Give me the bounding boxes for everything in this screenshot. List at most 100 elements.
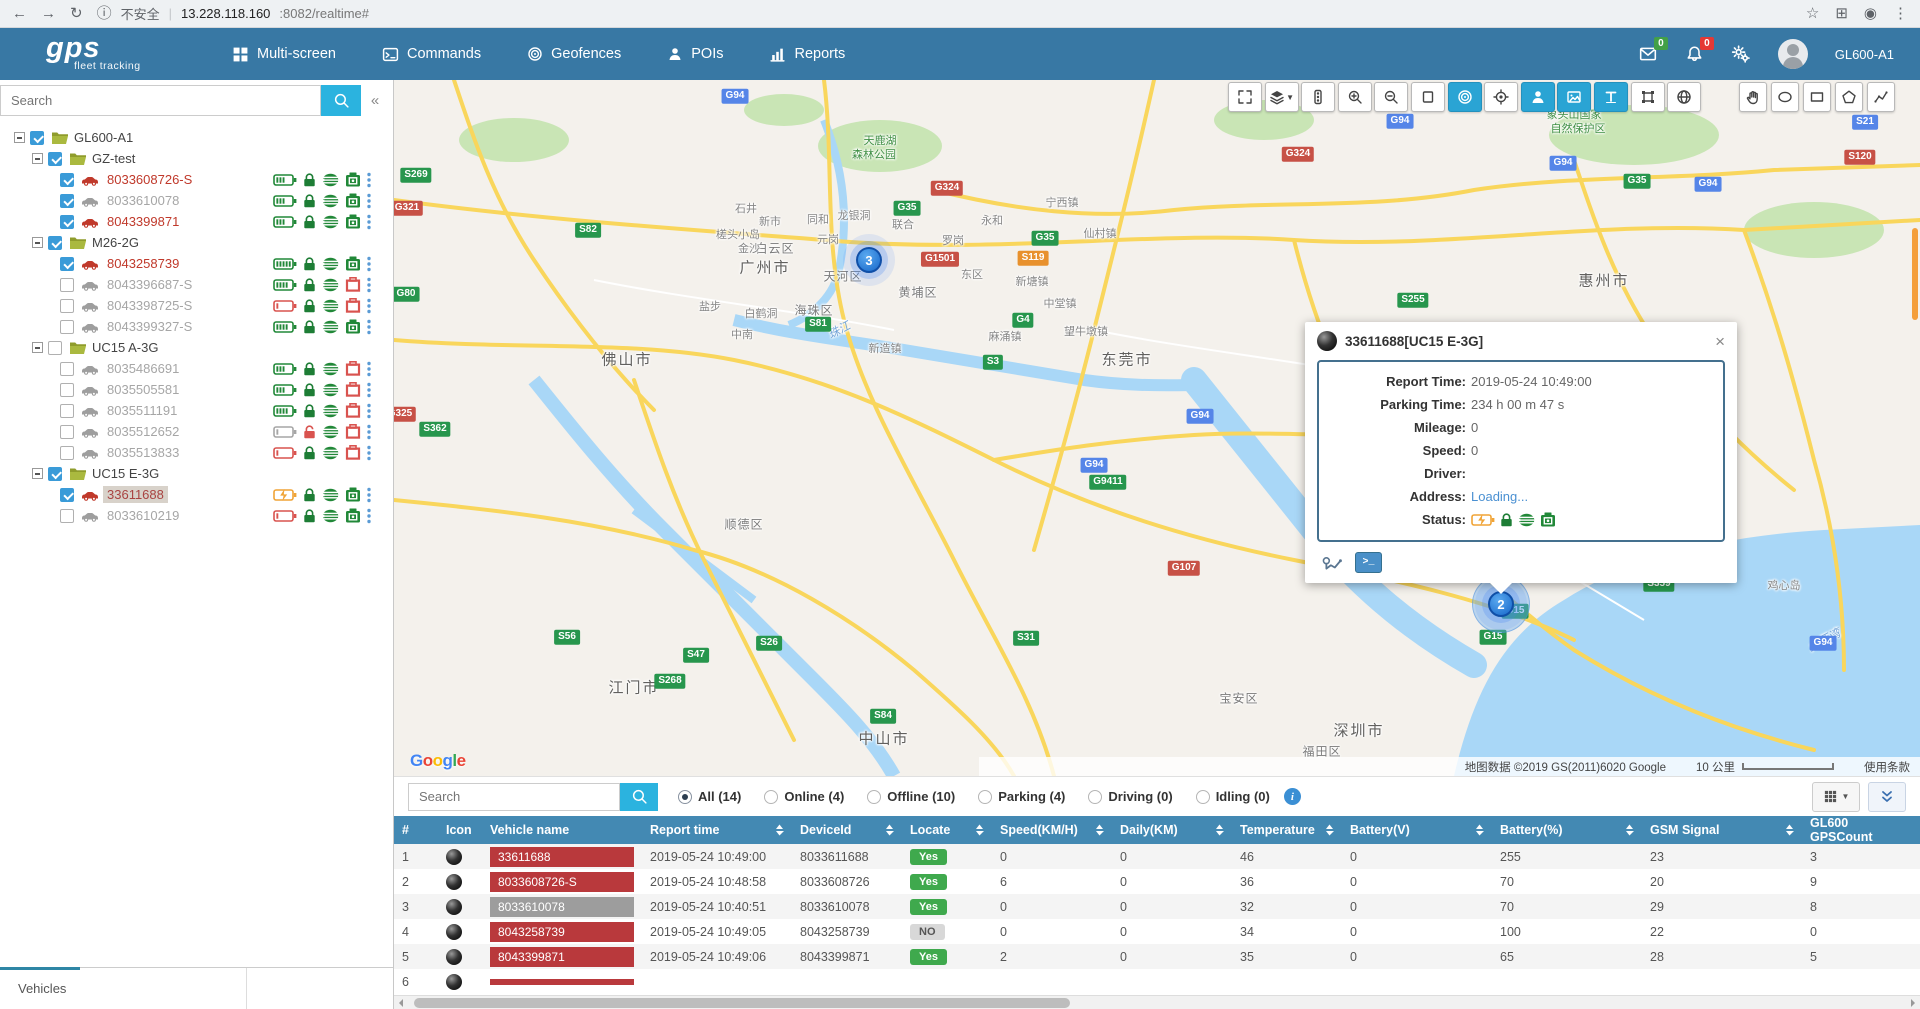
row-menu-icon[interactable] (367, 193, 371, 209)
vehicle-name[interactable]: 8043396687-S (103, 276, 196, 293)
vehicle-checkbox[interactable] (60, 298, 74, 313)
cell-vehicle-name[interactable]: 8043258739 (482, 921, 642, 942)
group-name[interactable]: GL600-A1 (74, 130, 133, 145)
page-info-icon[interactable]: ⓘ (97, 6, 112, 21)
row-menu-icon[interactable] (367, 487, 371, 503)
table-row[interactable]: 1 33611688 2019-05-24 10:49:00 8033611688 Ye… (394, 844, 1920, 869)
sort-icon[interactable] (775, 824, 784, 836)
row-menu-icon[interactable] (367, 445, 371, 461)
vehicle-name[interactable]: 8035505581 (103, 381, 183, 398)
radio-icon[interactable] (867, 789, 882, 804)
nav-item-pois[interactable]: POIs (667, 46, 723, 63)
tree-vehicle-row[interactable]: 8035513833 (6, 442, 387, 463)
vehicle-name-badge[interactable]: 8033610078 (490, 896, 634, 917)
radio-icon[interactable] (978, 789, 993, 804)
map-tool-globe[interactable] (1667, 82, 1702, 112)
user-avatar[interactable] (1777, 39, 1808, 69)
extensions-icon[interactable]: ⊞ (1835, 6, 1848, 21)
group-checkbox[interactable] (48, 235, 62, 250)
scroll-left-arrow[interactable] (399, 999, 403, 1007)
column-header-gl600-gpscount[interactable]: GL600 GPSCount (1802, 816, 1920, 844)
map-tool-transform[interactable] (1630, 82, 1665, 112)
vehicle-name[interactable]: 8035486691 (103, 360, 183, 377)
sort-icon[interactable] (885, 824, 894, 836)
sort-icon[interactable] (1095, 824, 1104, 836)
vehicle-name[interactable]: 8043258739 (103, 255, 183, 272)
address-bar[interactable]: ⓘ 不安全 | 13.228.118.160:8082/realtime# (97, 4, 1792, 23)
tree-vehicle-row[interactable]: 8033608726-S (6, 169, 387, 190)
sort-icon[interactable] (975, 824, 984, 836)
vehicle-checkbox[interactable] (60, 277, 74, 292)
vehicle-checkbox[interactable] (60, 214, 74, 229)
row-menu-icon[interactable] (367, 256, 371, 272)
row-menu-icon[interactable] (367, 214, 371, 230)
filter-info-icon[interactable]: i (1283, 788, 1301, 805)
browser-profile-icon[interactable]: ◉ (1864, 6, 1877, 21)
map-tool-circles[interactable] (1447, 82, 1482, 112)
tree-vehicle-row[interactable]: 8043399871 (6, 211, 387, 232)
tree-vehicle-row[interactable]: 8033610219 (6, 505, 387, 526)
group-checkbox[interactable] (30, 130, 44, 145)
panel-collapse-button[interactable] (1868, 781, 1906, 812)
tree-vehicle-row[interactable]: 8043396687-S (6, 274, 387, 295)
vehicle-checkbox[interactable] (60, 382, 74, 397)
vehicle-name[interactable]: 33611688 (103, 486, 168, 503)
radio-icon[interactable] (1195, 789, 1210, 804)
vehicle-name[interactable]: 8033608726-S (103, 171, 196, 188)
vehicle-name[interactable]: 8033610219 (103, 507, 183, 524)
tree-vehicle-row[interactable]: 8035511191 (6, 400, 387, 421)
radio-icon[interactable] (678, 789, 692, 804)
tree-expand-toggle[interactable] (32, 153, 43, 164)
sidebar-search-input[interactable] (0, 85, 321, 116)
vehicle-name-badge[interactable]: 33611688 (490, 846, 634, 867)
google-logo[interactable]: Google (410, 751, 466, 771)
column-header-report-time[interactable]: Report time (642, 816, 792, 844)
row-menu-icon[interactable] (367, 382, 371, 398)
radio-icon[interactable] (764, 789, 779, 804)
scrollbar-thumb[interactable] (414, 998, 1070, 1008)
username-label[interactable]: GL600-A1 (1835, 47, 1894, 62)
tree-expand-toggle[interactable] (14, 132, 25, 143)
map-tool-hand[interactable] (1739, 82, 1767, 112)
vehicle-checkbox[interactable] (60, 403, 74, 418)
vehicle-checkbox[interactable] (60, 445, 74, 460)
group-checkbox[interactable] (48, 151, 62, 166)
map-tool-fullscreen[interactable] (1228, 82, 1262, 112)
table-search-input[interactable] (408, 782, 620, 811)
tree-expand-toggle[interactable] (32, 342, 43, 353)
tree-vehicle-row[interactable]: 8033610078 (6, 190, 387, 211)
tree-vehicle-row[interactable]: 8043398725-S (6, 295, 387, 316)
table-row[interactable]: 2 8033608726-S 2019-05-24 10:48:58 80336087… (394, 869, 1920, 894)
vehicle-name-badge[interactable]: 8033608726-S (490, 871, 634, 892)
filter-online[interactable]: Online (4) (764, 789, 844, 804)
horizontal-scrollbar[interactable] (394, 995, 1920, 1009)
browser-menu-icon[interactable]: ⋮ (1893, 6, 1908, 21)
radio-icon[interactable] (1088, 789, 1103, 804)
vehicle-name[interactable]: 8043399871 (103, 213, 183, 230)
row-menu-icon[interactable] (367, 424, 371, 440)
vehicle-name[interactable]: 8035511191 (103, 402, 181, 419)
vehicle-name-badge[interactable]: 8043399871 (490, 946, 634, 967)
vehicle-name[interactable]: 8043398725-S (103, 297, 196, 314)
map-tool-text[interactable] (1594, 82, 1628, 112)
map-cluster-marker[interactable]: 3 (856, 247, 882, 273)
vehicle-checkbox[interactable] (60, 172, 74, 187)
map-scroll-thumb[interactable] (1912, 228, 1918, 320)
vehicle-checkbox[interactable] (60, 361, 74, 376)
row-menu-icon[interactable] (367, 277, 371, 293)
column-header-battery-v-[interactable]: Battery(V) (1342, 816, 1492, 844)
column-header-battery-[interactable]: Battery(%) (1492, 816, 1642, 844)
nav-item-geofences[interactable]: Geofences (527, 46, 621, 63)
row-menu-icon[interactable] (367, 172, 371, 188)
map-tool-person[interactable] (1520, 82, 1555, 112)
map-tool-ellipse[interactable] (1771, 82, 1799, 112)
group-name[interactable]: GZ-test (92, 151, 135, 166)
cell-vehicle-name[interactable]: 8033610078 (482, 896, 642, 917)
row-menu-icon[interactable] (367, 403, 371, 419)
sort-icon[interactable] (1475, 824, 1484, 836)
map-tool-traffic[interactable] (1301, 82, 1336, 112)
map-tool-zoom-out[interactable] (1374, 82, 1409, 112)
tree-vehicle-row[interactable]: 8035512652 (6, 421, 387, 442)
column-header-deviceid[interactable]: DeviceId (792, 816, 902, 844)
filter-parking[interactable]: Parking (4) (978, 789, 1065, 804)
